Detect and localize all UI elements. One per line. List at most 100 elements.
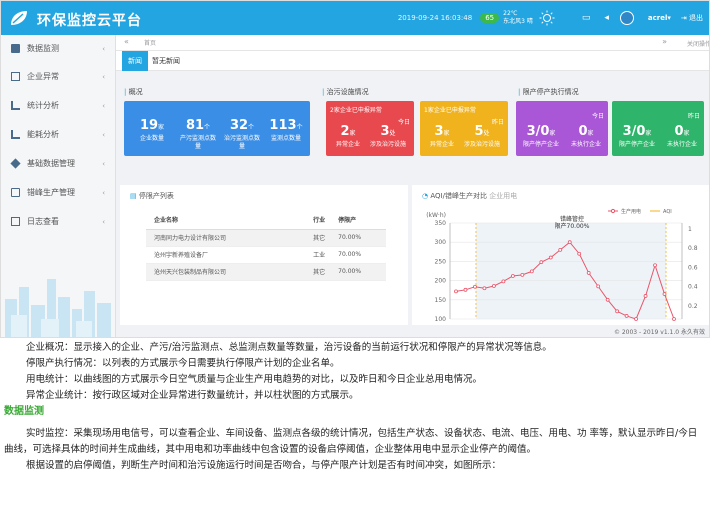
doc-line: 用电统计：以曲线图的方式展示今日空气质量与企业生产用电趋势的对比，以及昨日和今日… bbox=[26, 374, 483, 385]
news-label[interactable]: 新闻 bbox=[122, 50, 148, 71]
chart-annotation: 限产70.00% bbox=[555, 222, 590, 230]
tab-home[interactable]: 首页 bbox=[144, 38, 156, 47]
table-cell: 70.00% bbox=[338, 229, 386, 247]
legend-label-aqi: AQI bbox=[663, 209, 672, 215]
news-text: 暂无新闻 bbox=[152, 56, 180, 65]
doc-paragraph: 根据设置的启停阈值，判断生产时间和治污设施运行时间是否吻合，与停产限产计划是否有… bbox=[26, 460, 502, 471]
y-tick-label: 100 bbox=[435, 316, 447, 323]
restriction-title: | 限产停产执行情况 bbox=[518, 88, 579, 96]
stat-enterprise-count[interactable]: 19家 企业数量 bbox=[132, 119, 172, 143]
stat-unit: 个 bbox=[204, 124, 211, 131]
pollution-card-today[interactable]: 2家企业已申报异常 今日 2家 异常企业 3处 涉及治污设施 bbox=[326, 101, 414, 156]
table-cell: 工业 bbox=[313, 246, 339, 264]
chart-icon: ◔ bbox=[422, 192, 429, 200]
stat-label: 企业数量 bbox=[139, 135, 164, 142]
sidebar-item-enterprise-exception[interactable]: 企业异常 ‹ bbox=[1, 62, 115, 91]
stat-facilities: 3处 涉及治污设施 bbox=[368, 125, 408, 149]
stat-abnormal-enterprises: 2家 异常企业 bbox=[332, 125, 364, 149]
stat-value: 3 bbox=[434, 124, 444, 139]
datetime: 2019-09-24 16:03:48 bbox=[397, 14, 473, 22]
stat-unit: 处 bbox=[389, 130, 396, 137]
stat-unit: 家 bbox=[549, 130, 556, 137]
schedule-icon bbox=[11, 188, 20, 197]
stat-value: 3 bbox=[380, 124, 390, 139]
logout-label: 退出 bbox=[689, 14, 703, 22]
data-point bbox=[605, 297, 610, 302]
tab-bar: « 首页 » 关闭操作 bbox=[116, 35, 709, 51]
stat-restricted-enterprises: 3/0家 限产停产企业 bbox=[614, 125, 660, 149]
data-point bbox=[567, 240, 572, 245]
stat-unit: 家 bbox=[587, 130, 594, 137]
stat-unit: 家 bbox=[443, 130, 450, 137]
sound-icon[interactable]: ◂ bbox=[604, 13, 609, 23]
data-point bbox=[672, 317, 676, 321]
sidebar-item-label: 日志查看 bbox=[27, 217, 59, 226]
doc-paragraph: 实时监控：采集现场用电信号，可以查看企业、车间设备、监测点各级的统计情况，包括生… bbox=[4, 428, 698, 455]
data-point bbox=[643, 294, 648, 298]
stat-pollution-points[interactable]: 81个 产污监测点数量 bbox=[178, 119, 218, 151]
user-menu[interactable]: acrel▾ bbox=[648, 14, 671, 22]
table-row[interactable]: 沧州宇新养殖设备厂 工业 70.00% bbox=[146, 246, 386, 264]
sidebar-item-statistics[interactable]: 统计分析 ‹ bbox=[1, 91, 115, 120]
aqi-chart-panel: ◔ AQI/错峰生产对比 企业用电 350 300 250 200 150 100 1 0.8… bbox=[412, 185, 710, 325]
stat-label: 产污监测点数量 bbox=[179, 135, 216, 150]
leaf-logo-icon bbox=[11, 11, 27, 25]
table-row[interactable]: 河南同力电力设计有限公司 其它 70.00% bbox=[146, 229, 386, 247]
weather-temp: 22℃ bbox=[503, 10, 518, 17]
sidebar-item-peak-shift[interactable]: 错峰生产管理 ‹ bbox=[1, 178, 115, 207]
table-row[interactable]: 沧州天兴包装制品有限公司 其它 70.00% bbox=[146, 263, 386, 281]
tab-scroll-left-icon[interactable]: « bbox=[124, 37, 129, 46]
avatar[interactable] bbox=[619, 11, 634, 25]
aqi-badge: 65 bbox=[480, 13, 500, 23]
card-day: 昨日 bbox=[687, 113, 700, 120]
sidebar-item-label: 企业异常 bbox=[27, 72, 59, 81]
stat-control-points[interactable]: 32个 治污监测点数量 bbox=[222, 119, 262, 151]
top-bar: 环保监控云平台 2019-09-24 16:03:48 65 22℃ 东北风3 … bbox=[1, 1, 709, 35]
stat-unit: 家 bbox=[683, 130, 690, 137]
data-point bbox=[634, 317, 638, 321]
restriction-card-yesterday[interactable]: 昨日 3/0家 限产停产企业 0家 未执行企业 bbox=[612, 101, 704, 156]
data-point bbox=[463, 287, 468, 292]
card-day: 今日 bbox=[591, 113, 604, 120]
data-point bbox=[454, 289, 458, 294]
stat-label: 限产停产企业 bbox=[522, 141, 559, 148]
aqi-power-line-chart[interactable]: 350 300 250 200 150 100 1 0.8 0.6 0.4 0.2 (kW·h) 错峰管… bbox=[412, 201, 710, 325]
tab-scroll-right-icon[interactable]: » bbox=[662, 37, 667, 46]
sidebar-item-energy[interactable]: 能耗分析 ‹ bbox=[1, 120, 115, 149]
y-tick-label: 150 bbox=[435, 297, 447, 304]
app-window: 环保监控云平台 2019-09-24 16:03:48 65 22℃ 东北风3 … bbox=[0, 0, 710, 338]
stop-list-table: 企业名称 行业 停限产 河南同力电力设计有限公司 其它 70.00% 沧州宇新养… bbox=[146, 211, 386, 281]
logout-button[interactable]: ⇥ 退出 bbox=[681, 13, 703, 23]
doc-heading: 数据监测 bbox=[4, 406, 44, 417]
stat-label: 异常企业 bbox=[335, 141, 360, 148]
chevron-left-icon: ‹ bbox=[102, 159, 105, 168]
sidebar-item-log[interactable]: 日志查看 ‹ bbox=[1, 207, 115, 236]
stat-total-points[interactable]: 113个 监测点数量 bbox=[266, 119, 306, 143]
chevron-left-icon: ‹ bbox=[102, 72, 105, 81]
stat-unit: 处 bbox=[483, 130, 490, 137]
data-point bbox=[520, 272, 525, 277]
data-point bbox=[558, 247, 563, 252]
document-text: 企业概况：显示接入的企业、产污/治污监测点、总监测点数量等数量，治污设备的当前运… bbox=[0, 340, 710, 474]
close-ops-button[interactable]: 关闭操作 bbox=[687, 39, 709, 48]
sidebar-item-base-data[interactable]: 基础数据管理 ‹ bbox=[1, 149, 115, 178]
data-point bbox=[473, 284, 477, 289]
stat-label: 异常企业 bbox=[429, 141, 454, 148]
user-name: acrel bbox=[647, 14, 668, 22]
pollution-control-title: | 治污设施情况 bbox=[322, 88, 369, 96]
sidebar-item-data-monitor[interactable]: 数据监测 ‹ bbox=[1, 35, 115, 62]
stat-value: 19 bbox=[139, 118, 159, 133]
stat-not-executed: 0家 未执行企业 bbox=[566, 125, 606, 149]
pollution-card-yesterday[interactable]: 1家企业已申报异常 昨日 3家 异常企业 5处 涉及治污设施 bbox=[420, 101, 508, 156]
table-cell: 70.00% bbox=[338, 246, 386, 264]
data-point bbox=[653, 263, 657, 268]
data-point bbox=[529, 269, 534, 274]
monitor-screen-icon[interactable]: ▭ bbox=[582, 13, 591, 23]
stat-value: 32 bbox=[229, 118, 249, 133]
restriction-card-today[interactable]: 今日 3/0家 限产停产企业 0家 未执行企业 bbox=[516, 101, 608, 156]
chart-title: ◔ AQI/错峰生产对比 企业用电 bbox=[422, 191, 517, 201]
pollution-control-title-text: 治污设施情况 bbox=[326, 88, 369, 96]
news-bar: 新闻 暂无新闻 bbox=[116, 50, 709, 71]
weather-wind: 东北风3 晴 bbox=[503, 18, 533, 25]
monitor-icon bbox=[11, 44, 20, 53]
